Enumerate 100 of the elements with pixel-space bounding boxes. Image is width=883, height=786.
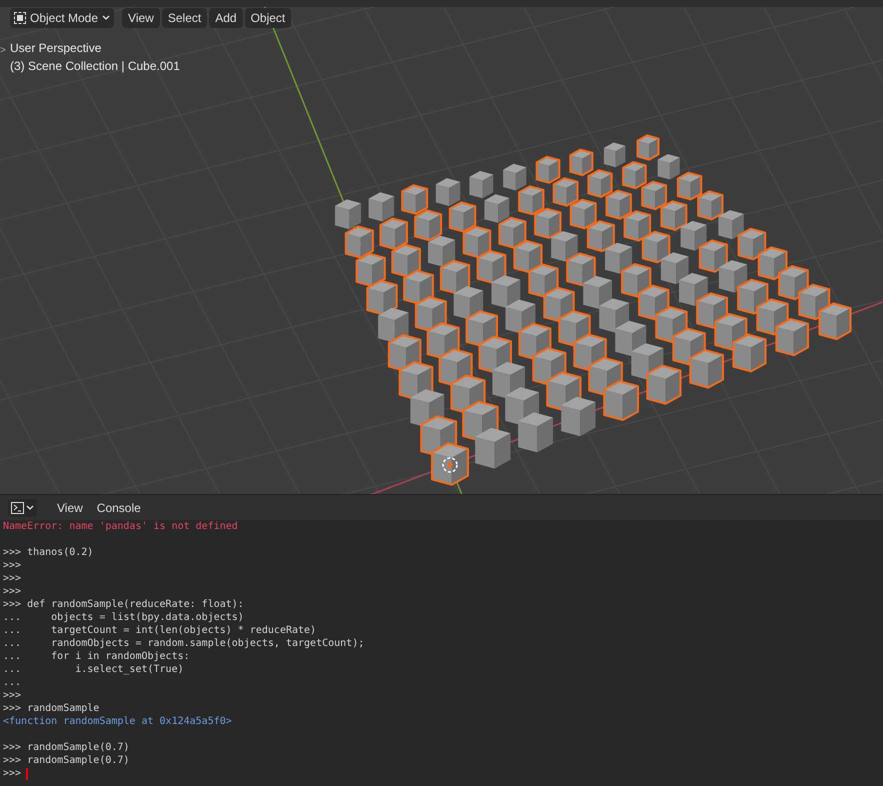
cube[interactable] bbox=[698, 240, 728, 273]
cube[interactable] bbox=[604, 142, 626, 168]
viewport-info-text: User Perspective bbox=[10, 40, 102, 57]
console-line: ... targetCount = int(len(objects) * reduceRate) bbox=[3, 624, 318, 637]
console-line: >>> randomSample(0.7) bbox=[3, 741, 130, 754]
cube[interactable] bbox=[697, 190, 724, 220]
cube[interactable] bbox=[454, 286, 484, 320]
cube[interactable] bbox=[518, 185, 544, 216]
console-line: ... objects = list(bpy.data.objects) bbox=[3, 611, 245, 624]
console-line: >>> bbox=[3, 559, 22, 572]
cube[interactable] bbox=[658, 154, 680, 180]
cube[interactable] bbox=[646, 364, 682, 405]
menu-button[interactable]: Console bbox=[90, 498, 147, 516]
cube[interactable] bbox=[552, 177, 578, 207]
cube[interactable] bbox=[599, 298, 630, 333]
cursor-3d-icon bbox=[442, 457, 458, 473]
cube[interactable] bbox=[818, 302, 852, 340]
cube[interactable] bbox=[448, 201, 476, 233]
console-line: >>> bbox=[3, 689, 22, 702]
cube[interactable] bbox=[622, 161, 647, 190]
console-line: >>> thanos(0.2) bbox=[3, 546, 94, 559]
menu-button[interactable]: Object bbox=[244, 8, 292, 28]
cube[interactable] bbox=[679, 272, 708, 306]
cube[interactable] bbox=[379, 218, 408, 250]
menu-button[interactable]: Add bbox=[209, 8, 243, 28]
console-line: ... randomObjects = random.sample(objects, targetCount); bbox=[3, 637, 366, 650]
console-line: ... for i in randomObjects: bbox=[3, 650, 191, 663]
cube[interactable] bbox=[660, 252, 689, 284]
mode-dropdown[interactable]: Object Mode bbox=[10, 8, 114, 28]
cube[interactable] bbox=[436, 178, 460, 206]
cube[interactable] bbox=[624, 210, 652, 242]
cube[interactable] bbox=[605, 242, 632, 274]
cube[interactable] bbox=[498, 216, 526, 249]
console-icon bbox=[11, 502, 24, 514]
cube[interactable] bbox=[718, 210, 744, 240]
console-line: >>> bbox=[3, 572, 22, 585]
cube[interactable] bbox=[475, 428, 510, 469]
cube[interactable] bbox=[660, 200, 688, 231]
cube[interactable] bbox=[462, 226, 492, 258]
sidebar-toggle[interactable]: > bbox=[0, 43, 6, 58]
menu-button[interactable]: View bbox=[122, 8, 160, 28]
console-line: >>> bbox=[3, 585, 22, 598]
cube[interactable] bbox=[641, 180, 667, 210]
cube[interactable] bbox=[484, 194, 510, 223]
cube[interactable] bbox=[561, 396, 596, 436]
cube[interactable] bbox=[401, 184, 428, 215]
cube[interactable] bbox=[518, 412, 553, 452]
cube[interactable] bbox=[428, 236, 456, 267]
cube[interactable] bbox=[676, 172, 702, 200]
object-mode-icon bbox=[14, 12, 26, 24]
cube[interactable] bbox=[378, 308, 409, 343]
menu-button[interactable]: Select bbox=[162, 8, 208, 28]
console-line: >>> def randomSample(reduceRate: float): bbox=[3, 598, 245, 611]
cube[interactable] bbox=[431, 442, 469, 486]
console-prompt: >>> bbox=[3, 767, 22, 780]
viewport-info-text: (3) Scene Collection | Cube.001 bbox=[10, 58, 180, 75]
cube[interactable] bbox=[492, 275, 520, 308]
cube[interactable] bbox=[391, 244, 421, 278]
cube[interactable] bbox=[534, 208, 562, 239]
cube[interactable] bbox=[775, 318, 809, 356]
chevron-down-icon bbox=[102, 15, 110, 21]
console-line: NameError: name 'pandas' is not defined bbox=[3, 520, 239, 533]
cube[interactable] bbox=[642, 230, 670, 264]
chevron-down-icon bbox=[26, 504, 34, 510]
cube[interactable] bbox=[615, 320, 646, 356]
cube[interactable] bbox=[551, 231, 578, 262]
editor-type-dropdown[interactable] bbox=[8, 498, 37, 516]
cube[interactable] bbox=[335, 199, 361, 230]
cube[interactable] bbox=[636, 134, 660, 161]
cube[interactable] bbox=[513, 240, 542, 274]
cube[interactable] bbox=[503, 164, 526, 190]
cube[interactable] bbox=[732, 334, 766, 372]
cube[interactable] bbox=[476, 250, 506, 284]
cube[interactable] bbox=[586, 220, 615, 252]
cube[interactable] bbox=[606, 190, 632, 220]
cube[interactable] bbox=[583, 276, 612, 309]
console-line: >>> randomSample(0.7) bbox=[3, 754, 130, 767]
cube[interactable] bbox=[570, 198, 597, 230]
cube[interactable] bbox=[689, 349, 724, 389]
cube[interactable] bbox=[506, 300, 536, 334]
menu-button[interactable]: View bbox=[51, 498, 89, 516]
cube[interactable] bbox=[536, 156, 560, 184]
console-line: ... i.select_set(True) bbox=[3, 663, 185, 676]
cube[interactable] bbox=[469, 171, 494, 198]
text-cursor bbox=[26, 768, 28, 780]
cube[interactable] bbox=[569, 148, 594, 176]
console-line: <function randomSample at 0x124a5a5f0> bbox=[3, 715, 233, 728]
cube[interactable] bbox=[344, 226, 374, 259]
cube[interactable] bbox=[603, 380, 639, 421]
cube[interactable] bbox=[758, 246, 788, 280]
cube[interactable] bbox=[414, 209, 442, 242]
cube[interactable] bbox=[403, 270, 434, 305]
console-line: ... bbox=[3, 676, 22, 689]
cube[interactable] bbox=[738, 228, 766, 260]
cube[interactable] bbox=[356, 252, 386, 288]
cube[interactable] bbox=[368, 192, 394, 222]
cube[interactable] bbox=[587, 169, 613, 198]
console-line: >>> randomSample bbox=[3, 702, 100, 715]
cube[interactable] bbox=[680, 220, 707, 251]
cube[interactable] bbox=[718, 260, 748, 293]
